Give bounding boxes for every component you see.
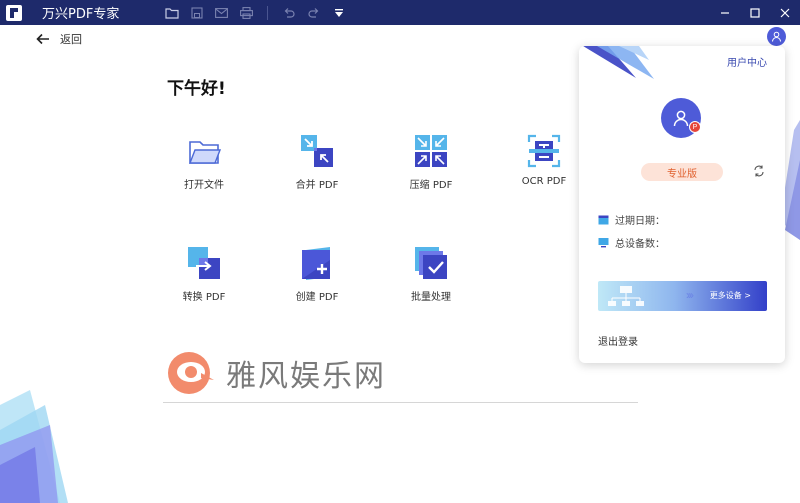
tool-batch-process[interactable]: 批量处理	[386, 246, 476, 303]
greeting-title: 下午好!	[167, 79, 226, 99]
redo-icon[interactable]	[301, 0, 326, 25]
tool-convert-pdf[interactable]: 转换 PDF	[159, 246, 249, 303]
title-bar: 万兴PDF专家	[0, 0, 800, 25]
create-pdf-icon	[302, 247, 330, 280]
more-devices-banner[interactable]: ››› 更多设备 >	[598, 281, 767, 311]
undo-icon[interactable]	[276, 0, 301, 25]
mail-icon[interactable]	[209, 0, 234, 25]
decorative-shape	[0, 390, 68, 503]
dropdown-icon[interactable]	[326, 0, 351, 25]
tool-label: 转换 PDF	[182, 292, 226, 303]
window-controls	[710, 0, 800, 25]
panel-decoration	[583, 46, 654, 79]
devices-row: 总设备数：	[598, 235, 665, 250]
edition-badge: 专业版	[641, 163, 723, 181]
profile-panel: 用户中心 P 专业版 过期日期： 总设备数： ››› 更多设备 > 退出登录	[579, 46, 785, 363]
batch-process-icon	[415, 247, 447, 279]
more-devices-link: 更多设备 >	[709, 291, 751, 300]
tool-label: 打开文件	[184, 180, 224, 191]
switch-account-icon[interactable]	[753, 165, 765, 177]
logout-button[interactable]: 退出登录	[598, 333, 638, 348]
tool-open-file[interactable]: 打开文件	[159, 134, 249, 191]
titlebar-toolbar	[159, 0, 351, 25]
open-file-icon	[188, 141, 221, 164]
watermark: 雅风娱乐网	[166, 351, 386, 395]
close-icon[interactable]	[770, 0, 800, 25]
chevrons-icon: ›››	[686, 288, 694, 302]
compress-pdf-icon	[415, 135, 447, 167]
content-divider	[163, 402, 638, 403]
expiry-row: 过期日期：	[598, 212, 665, 227]
tool-label: 创建 PDF	[295, 292, 339, 303]
toolbar-divider	[267, 5, 269, 20]
monitor-icon	[598, 238, 609, 248]
tool-merge-pdf[interactable]: 合并 PDF	[272, 134, 362, 191]
watermark-logo	[168, 352, 214, 394]
merge-pdf-icon	[301, 135, 333, 167]
minimize-icon[interactable]	[710, 0, 740, 25]
arrow-left-icon	[36, 33, 49, 45]
folder-icon[interactable]	[159, 0, 184, 25]
tool-label: OCR PDF	[521, 176, 567, 187]
back-label: 返回	[60, 33, 82, 46]
save-icon[interactable]	[184, 0, 209, 25]
app-logo-icon	[6, 4, 22, 21]
devices-network-icon	[608, 286, 644, 306]
devices-label: 总设备数：	[615, 239, 665, 250]
tool-create-pdf[interactable]: 创建 PDF	[272, 246, 362, 303]
premium-badge: P	[689, 121, 701, 133]
tool-ocr-pdf[interactable]: OCR PDF	[499, 134, 589, 187]
tool-compress-pdf[interactable]: 压缩 PDF	[386, 134, 476, 191]
app-title: 万兴PDF专家	[42, 7, 120, 22]
ocr-pdf-icon	[527, 134, 561, 168]
tool-label: 压缩 PDF	[409, 180, 453, 191]
account-avatar-button[interactable]	[767, 27, 786, 46]
back-button[interactable]: 返回	[36, 31, 82, 47]
expiry-label: 过期日期：	[615, 216, 665, 227]
convert-pdf-icon	[188, 247, 220, 279]
tool-label: 合并 PDF	[295, 180, 339, 191]
user-center-link[interactable]: 用户中心	[727, 54, 767, 69]
watermark-text: 雅风娱乐网	[226, 359, 386, 394]
maximize-icon[interactable]	[740, 0, 770, 25]
tool-label: 批量处理	[411, 292, 451, 303]
calendar-icon	[598, 215, 609, 225]
user-icon	[772, 31, 781, 42]
print-icon[interactable]	[234, 0, 259, 25]
user-icon	[673, 110, 689, 127]
